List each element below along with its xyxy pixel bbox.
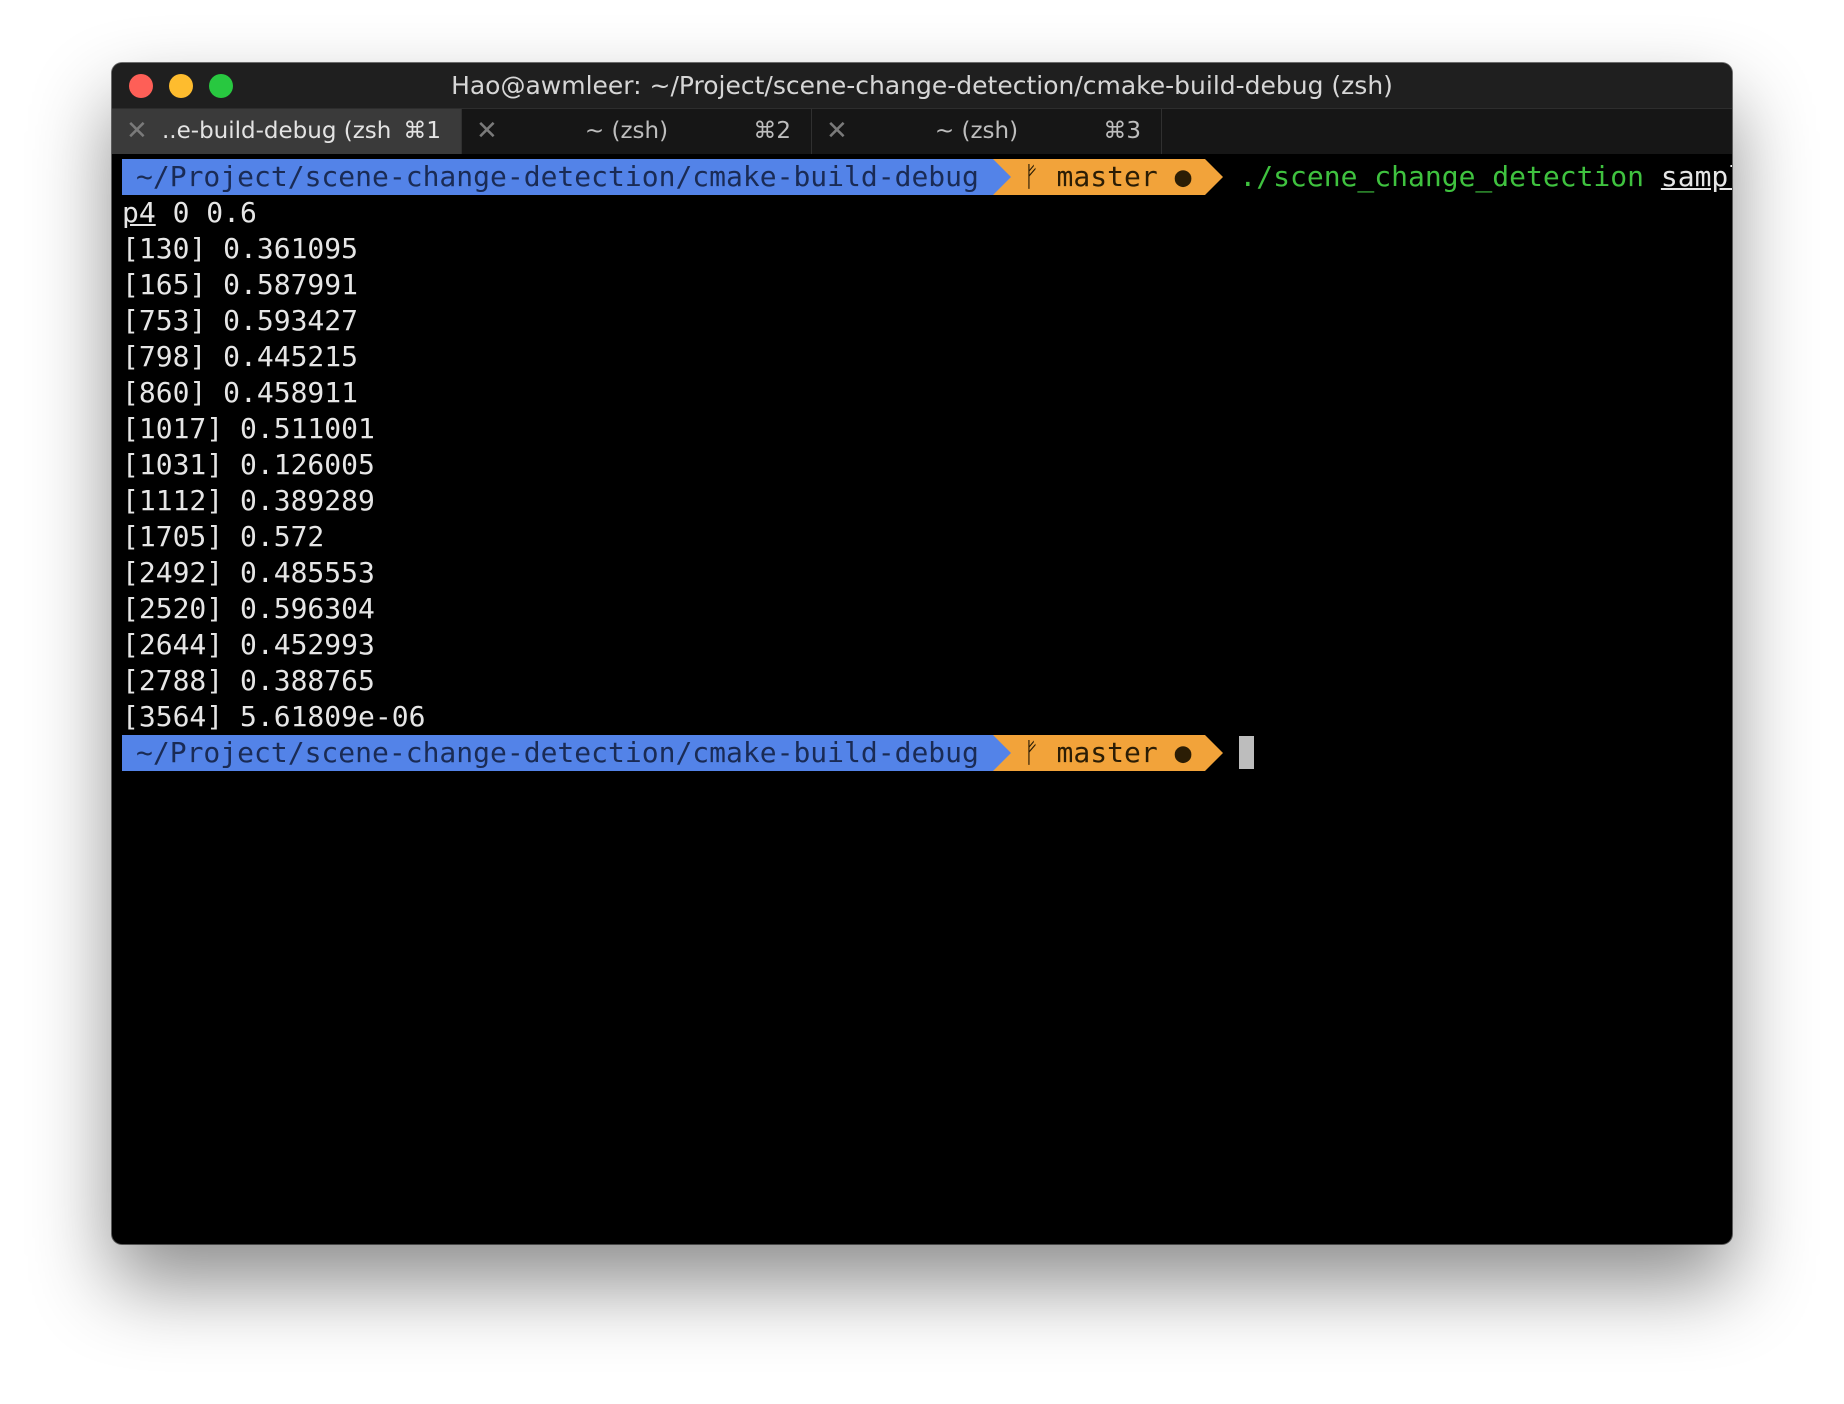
prompt-git-segment: ᚠ master ● <box>1010 735 1206 771</box>
tab-label: ..e-build-debug (zsh) <box>162 118 391 144</box>
output-line: [2788] 0.388765 <box>122 664 375 697</box>
prompt-line: ~/Project/scene-change-detection/cmake-b… <box>122 735 1732 771</box>
git-branch-icon: ᚠ <box>1022 736 1040 769</box>
prompt-end-arrow-icon <box>1205 735 1224 771</box>
tab-shortcut: ⌘3 <box>1103 118 1141 144</box>
tab-close-icon[interactable]: ✕ <box>826 109 848 154</box>
output-line: [1031] 0.126005 <box>122 448 375 481</box>
command-argument: sample.m <box>1660 160 1732 193</box>
tab-1[interactable]: ✕ ..e-build-debug (zsh) ⌘1 <box>112 109 462 154</box>
tab-2[interactable]: ✕ ~ (zsh) ⌘2 <box>462 109 812 154</box>
prompt-path: ~/Project/scene-change-detection/cmake-b… <box>122 735 993 771</box>
tab-3[interactable]: ✕ ~ (zsh) ⌘3 <box>812 109 1162 154</box>
text-cursor[interactable] <box>1239 736 1255 769</box>
git-branch-name: master <box>1056 736 1158 769</box>
prompt-end-arrow-icon <box>1205 159 1224 195</box>
prompt-line: ~/Project/scene-change-detection/cmake-b… <box>122 159 1732 195</box>
tab-label: ~ (zsh) <box>584 118 669 144</box>
output-line: [2644] 0.452993 <box>122 628 375 661</box>
output-line: [860] 0.458911 <box>122 376 359 409</box>
output-line: [1112] 0.389289 <box>122 484 375 517</box>
tab-bar: ✕ ..e-build-debug (zsh) ⌘1 ✕ ~ (zsh) ⌘2 … <box>112 108 1732 154</box>
tab-label: ~ (zsh) <box>934 118 1019 144</box>
git-branch-icon: ᚠ <box>1022 160 1040 193</box>
tab-shortcut: ⌘2 <box>753 118 791 144</box>
prompt-separator-icon <box>992 159 1011 195</box>
output-text: 0 0.6 <box>155 196 257 229</box>
tab-shortcut: ⌘1 <box>403 118 441 144</box>
command-program: ./scene_change_detection <box>1239 160 1644 193</box>
terminal-window: Hao@awmleer: ~/Project/scene-change-dete… <box>112 63 1732 1244</box>
output-line: [165] 0.587991 <box>122 268 359 301</box>
output-line: [798] 0.445215 <box>122 340 359 373</box>
prompt-separator-icon <box>992 735 1011 771</box>
git-dirty-icon: ● <box>1174 160 1192 193</box>
output-line: [753] 0.593427 <box>122 304 359 337</box>
output-line: [1705] 0.572 <box>122 520 325 553</box>
tab-close-icon[interactable]: ✕ <box>476 109 498 154</box>
tab-close-icon[interactable]: ✕ <box>126 109 148 154</box>
output-line: [1017] 0.511001 <box>122 412 375 445</box>
window-title: Hao@awmleer: ~/Project/scene-change-dete… <box>451 71 1393 100</box>
output-line: p4 0 0.6 <box>122 195 1732 231</box>
prompt-path: ~/Project/scene-change-detection/cmake-b… <box>122 159 993 195</box>
output-line: [2492] 0.485553 <box>122 556 375 589</box>
output-line: [2520] 0.596304 <box>122 592 375 625</box>
git-branch-name: master <box>1056 160 1158 193</box>
prompt-git-segment: ᚠ master ● <box>1010 159 1206 195</box>
output-line: [3564] 5.61809e-06 <box>122 700 426 733</box>
title-bar[interactable]: Hao@awmleer: ~/Project/scene-change-dete… <box>112 63 1732 108</box>
terminal-content[interactable]: ~/Project/scene-change-detection/cmake-b… <box>122 159 1732 1244</box>
git-dirty-icon: ● <box>1174 736 1192 769</box>
output-underlined-token: p4 <box>122 196 156 229</box>
output-line: [130] 0.361095 <box>122 232 359 265</box>
